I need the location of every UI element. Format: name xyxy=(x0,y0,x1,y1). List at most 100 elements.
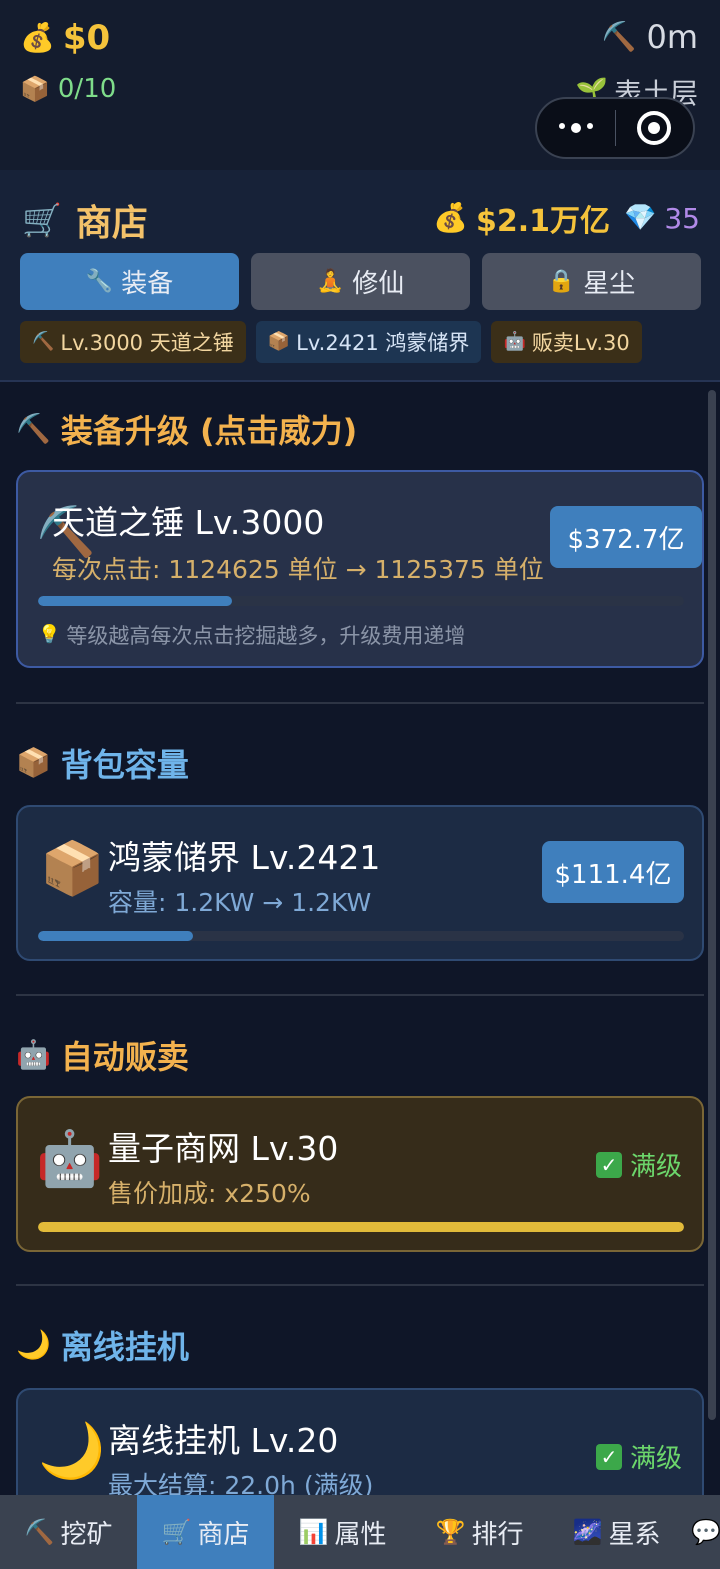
crescent-moon-icon: 🌙 xyxy=(38,1419,106,1482)
equipment-tip: 💡 等级越高每次点击挖掘越多，升级费用递增 xyxy=(38,620,465,650)
checkmark-icon: ✓ xyxy=(596,1151,622,1178)
backpack-progress-bar xyxy=(38,931,684,941)
equipment-desc: 每次点击: 1124625 单位 → 1125375 单位 xyxy=(52,555,544,584)
status-bar: 💰 $0 📦 0/10 ⛏️ 0m 🌱 表土层 xyxy=(0,0,720,170)
section-title-equipment: ⛏️ 装备升级 (点击威力) xyxy=(16,406,357,452)
section-title-text: 装备升级 (点击威力) xyxy=(60,412,358,450)
pickaxe-icon: ⛏️ xyxy=(32,331,55,352)
lightbulb-icon: 💡 xyxy=(38,624,61,645)
nav-attributes[interactable]: 📊 属性 xyxy=(274,1495,411,1569)
bag-value: 0/10 xyxy=(57,74,117,104)
autosell-card: 🤖 量子商网 Lv.30 售价加成: x250% ✓ 满级 xyxy=(16,1096,704,1252)
miniprogram-capsule xyxy=(535,97,695,159)
chip-autosell-level: 🤖 贩卖Lv.30 xyxy=(491,321,642,363)
galaxy-icon: 🌌 xyxy=(572,1518,603,1546)
section-title-backpack: 📦 背包容量 xyxy=(16,740,189,786)
upgrade-equipment-button[interactable]: $372.7亿 xyxy=(550,506,702,568)
progress-fill xyxy=(38,1222,684,1232)
nav-chat[interactable]: 💬 xyxy=(685,1495,720,1569)
crescent-moon-icon: 🌙 xyxy=(16,1328,51,1361)
progress-fill xyxy=(38,596,232,606)
backpack-desc: 容量: 1.2KW → 1.2KW xyxy=(108,888,372,917)
autosell-progress-bar xyxy=(38,1222,684,1232)
section-divider xyxy=(16,994,704,996)
equipment-progress-bar xyxy=(38,596,684,606)
money-bag-icon: 💰 xyxy=(433,201,468,234)
equipment-name: 天道之锤 Lv.3000 xyxy=(52,503,325,542)
money-value: $0 xyxy=(62,18,111,58)
equipment-card: ⛏️ 天道之锤 Lv.3000 每次点击: 1124625 单位 → 11253… xyxy=(16,470,704,668)
robot-icon: 🤖 xyxy=(16,1038,51,1071)
package-icon: 📦 xyxy=(20,75,50,103)
autosell-desc: 售价加成: x250% xyxy=(108,1179,311,1208)
shop-title-text: 商店 xyxy=(75,203,148,244)
tab-stardust[interactable]: 🔒 星尘 xyxy=(482,253,701,310)
shop-title: 🛒 商店 xyxy=(22,194,148,246)
section-title-autosell: 🤖 自动贩卖 xyxy=(16,1032,189,1078)
nav-galaxy[interactable]: 🌌 星系 xyxy=(548,1495,685,1569)
chip-label: Lv.3000 天道之锤 xyxy=(60,331,234,355)
more-button[interactable] xyxy=(537,99,615,157)
scrollbar[interactable] xyxy=(708,390,716,1420)
package-icon: 📦 xyxy=(40,839,105,899)
gem-icon: 💎 xyxy=(623,203,657,233)
tab-label: 装备 xyxy=(121,269,174,299)
lock-icon: 🔒 xyxy=(547,268,576,294)
depth-value: 0m xyxy=(646,18,698,56)
wrench-icon: 🔧 xyxy=(85,268,114,294)
section-title-text: 自动贩卖 xyxy=(60,1038,189,1076)
section-divider xyxy=(16,702,704,704)
backpack-name: 鸿蒙储界 Lv.2421 xyxy=(108,838,381,877)
nav-label: 星系 xyxy=(608,1519,661,1550)
upgrade-backpack-button[interactable]: $111.4亿 xyxy=(542,841,684,903)
pickaxe-icon: ⛏️ xyxy=(24,1518,55,1546)
close-miniprogram-button[interactable] xyxy=(616,99,694,157)
package-icon: 📦 xyxy=(16,746,51,779)
pickaxe-icon: ⛏️ xyxy=(601,20,637,53)
tab-cultivation[interactable]: 🧘 修仙 xyxy=(251,253,470,310)
trophy-icon: 🏆 xyxy=(435,1518,466,1546)
offline-max-status: ✓ 满级 xyxy=(596,1438,682,1475)
more-dots-icon xyxy=(558,123,593,133)
autosell-max-status: ✓ 满级 xyxy=(596,1146,682,1183)
target-icon xyxy=(637,111,672,145)
progress-fill xyxy=(38,931,194,941)
nav-label: 挖矿 xyxy=(60,1519,113,1550)
max-label: 满级 xyxy=(630,1444,683,1474)
nav-shop[interactable]: 🛒 商店 xyxy=(137,1495,274,1569)
cart-icon: 🛒 xyxy=(161,1518,192,1546)
robot-icon: 🤖 xyxy=(36,1127,104,1190)
nav-ranking[interactable]: 🏆 排行 xyxy=(411,1495,548,1569)
depth-display: ⛏️ 0m xyxy=(602,18,698,56)
tip-text: 等级越高每次点击挖掘越多，升级费用递增 xyxy=(66,624,466,648)
shop-balance: 💰 $2.1万亿 💎 35 xyxy=(433,196,700,240)
chip-hammer-level: ⛏️ Lv.3000 天道之锤 xyxy=(20,321,246,363)
chip-label: Lv.2421 鸿蒙储界 xyxy=(296,331,470,355)
offline-name: 离线挂机 Lv.20 xyxy=(108,1421,339,1460)
gem-value: 35 xyxy=(664,201,700,235)
section-title-offline: 🌙 离线挂机 xyxy=(16,1322,189,1368)
offline-card: 🌙 离线挂机 Lv.20 最大结算: 22.0h (满级) ✓ 满级 xyxy=(16,1388,704,1495)
checkmark-icon: ✓ xyxy=(596,1443,622,1470)
shop-content[interactable]: ⛏️ 装备升级 (点击威力) ⛏️ 天道之锤 Lv.3000 每次点击: 112… xyxy=(0,382,720,1495)
money-display: 💰 $0 xyxy=(20,18,110,58)
nav-label: 商店 xyxy=(197,1519,250,1550)
speech-bubble-icon: 💬 xyxy=(691,1518,720,1546)
package-icon: 📦 xyxy=(267,331,291,352)
autosell-name: 量子商网 Lv.30 xyxy=(108,1129,339,1168)
nav-mining[interactable]: ⛏️ 挖矿 xyxy=(0,1495,137,1569)
section-title-text: 离线挂机 xyxy=(60,1328,189,1366)
shop-tabs: 🔧 装备 🧘 修仙 🔒 星尘 xyxy=(20,253,701,310)
pickaxe-icon: ⛏️ xyxy=(16,412,51,445)
section-divider xyxy=(16,1284,704,1286)
robot-icon: 🤖 xyxy=(503,331,526,352)
shop-money-value: $2.1万亿 xyxy=(475,204,610,239)
cart-icon: 🛒 xyxy=(22,201,62,239)
offline-desc: 最大结算: 22.0h (满级) xyxy=(108,1471,374,1495)
max-label: 满级 xyxy=(630,1152,683,1182)
tab-label: 修仙 xyxy=(352,269,405,299)
bottom-nav: ⛏️ 挖矿 🛒 商店 📊 属性 🏆 排行 🌌 星系 💬 xyxy=(0,1495,720,1569)
tab-label: 星尘 xyxy=(583,269,636,299)
nav-label: 属性 xyxy=(334,1519,387,1550)
tab-equipment[interactable]: 🔧 装备 xyxy=(20,253,239,310)
